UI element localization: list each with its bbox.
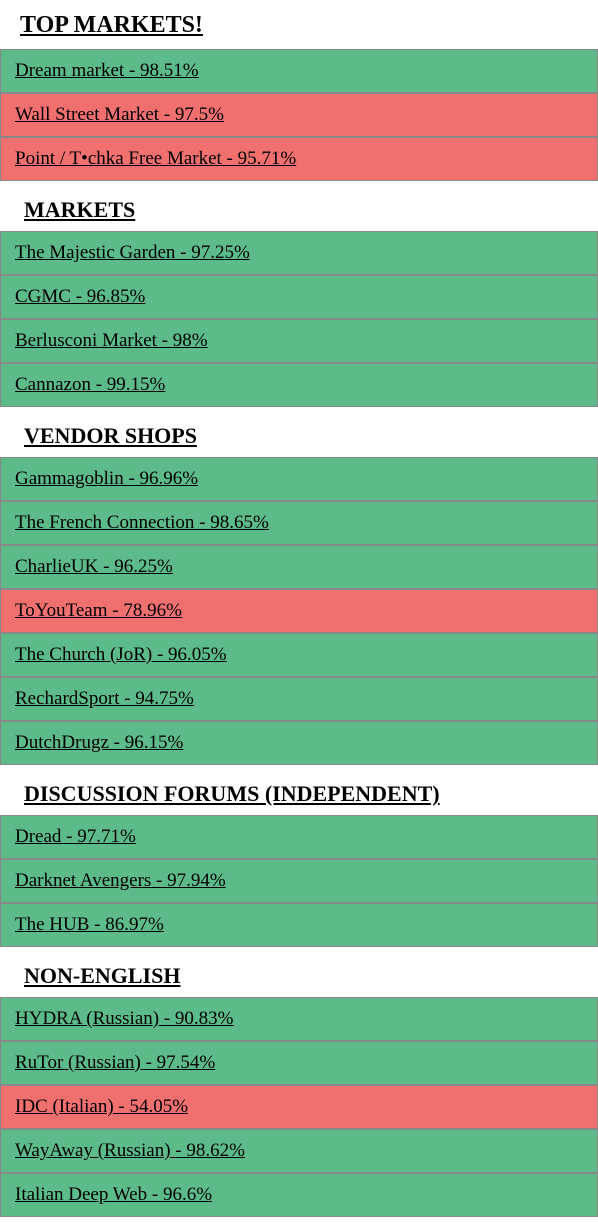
list-item-discussion-forums-1[interactable]: Darknet Avengers - 97.94%	[0, 859, 598, 903]
list-item-markets-1[interactable]: CGMC - 96.85%	[0, 275, 598, 319]
list-item-vendor-shops-6[interactable]: DutchDrugz - 96.15%	[0, 721, 598, 765]
list-item-vendor-shops-5[interactable]: RechardSport - 94.75%	[0, 677, 598, 721]
list-item-vendor-shops-1[interactable]: The French Connection - 98.65%	[0, 501, 598, 545]
list-item-top-markets-2[interactable]: Point / T•chka Free Market - 95.71%	[0, 137, 598, 181]
section-title-markets: MARKETS	[0, 187, 598, 231]
page-title: TOP MARKETS!	[0, 0, 598, 49]
list-item-markets-0[interactable]: The Majestic Garden - 97.25%	[0, 231, 598, 275]
list-item-top-markets-1[interactable]: Wall Street Market - 97.5%	[0, 93, 598, 137]
list-item-non-english-1[interactable]: RuTor (Russian) - 97.54%	[0, 1041, 598, 1085]
list-item-top-markets-0[interactable]: Dream market - 98.51%	[0, 49, 598, 93]
list-item-markets-2[interactable]: Berlusconi Market - 98%	[0, 319, 598, 363]
list-item-non-english-4[interactable]: Italian Deep Web - 96.6%	[0, 1173, 598, 1217]
section-title-discussion-forums: DISCUSSION FORUMS (INDEPENDENT)	[0, 771, 598, 815]
list-item-vendor-shops-2[interactable]: CharlieUK - 96.25%	[0, 545, 598, 589]
list-item-discussion-forums-2[interactable]: The HUB - 86.97%	[0, 903, 598, 947]
section-title-non-english: NON-ENGLISH	[0, 953, 598, 997]
list-item-vendor-shops-3[interactable]: ToYouTeam - 78.96%	[0, 589, 598, 633]
list-item-markets-3[interactable]: Cannazon - 99.15%	[0, 363, 598, 407]
list-item-vendor-shops-4[interactable]: The Church (JoR) - 96.05%	[0, 633, 598, 677]
list-item-vendor-shops-0[interactable]: Gammagoblin - 96.96%	[0, 457, 598, 501]
section-title-vendor-shops: VENDOR SHOPS	[0, 413, 598, 457]
list-item-non-english-3[interactable]: WayAway (Russian) - 98.62%	[0, 1129, 598, 1173]
list-item-non-english-0[interactable]: HYDRA (Russian) - 90.83%	[0, 997, 598, 1041]
list-item-discussion-forums-0[interactable]: Dread - 97.71%	[0, 815, 598, 859]
list-item-non-english-2[interactable]: IDC (Italian) - 54.05%	[0, 1085, 598, 1129]
